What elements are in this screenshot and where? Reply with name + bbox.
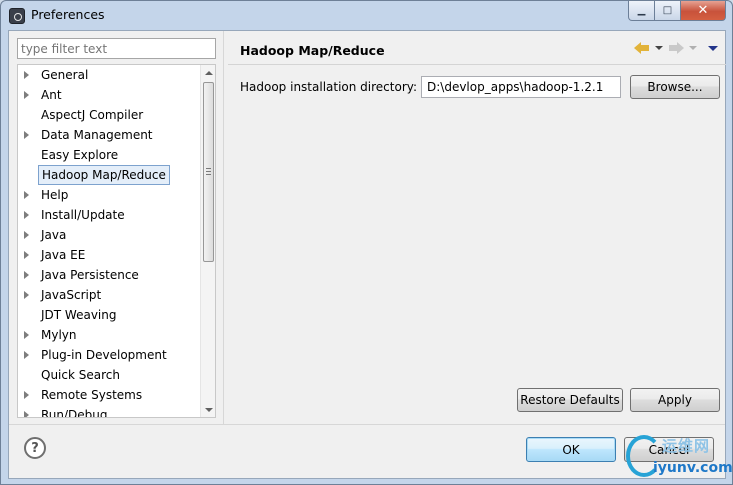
tree-item[interactable]: Help <box>18 185 202 205</box>
preferences-tree: General Ant AspectJ Compiler Data Managemen… <box>17 64 216 418</box>
scroll-up-icon <box>204 70 213 75</box>
tree-item[interactable]: Install/Update <box>18 205 202 225</box>
tree-item-label: JDT Weaving <box>41 308 117 322</box>
tree-item-label: AspectJ Compiler <box>41 108 144 122</box>
site-watermark: 运维网 iyunv.com <box>624 433 733 481</box>
tree-vertical-scrollbar[interactable] <box>200 65 215 417</box>
forward-arrow-icon[interactable] <box>668 42 684 54</box>
page-nav-toolbar <box>634 42 718 54</box>
eclipse-app-icon <box>9 8 25 24</box>
tree-item[interactable]: Data Management <box>18 125 202 145</box>
page-title: Hadoop Map/Reduce <box>240 43 385 58</box>
tree-item[interactable]: Hadoop Map/Reduce <box>18 165 202 185</box>
expand-arrow-icon[interactable] <box>24 71 29 79</box>
tree-item-label: Java Persistence <box>41 268 139 282</box>
tree-item[interactable]: General <box>18 65 202 85</box>
tree-page-sash[interactable] <box>223 31 227 424</box>
tree-item[interactable]: Quick Search <box>18 365 202 385</box>
title-bar[interactable]: Preferences ▁ □ ✕ <box>1 1 732 29</box>
expand-arrow-icon[interactable] <box>24 211 29 219</box>
scroll-thumb[interactable] <box>203 82 214 262</box>
expand-arrow-icon[interactable] <box>24 271 29 279</box>
back-history-dropdown-icon[interactable] <box>655 46 663 50</box>
tree-item[interactable]: Run/Debug <box>18 405 202 418</box>
browse-button[interactable]: Browse... <box>630 75 720 99</box>
tree-item-label: Ant <box>41 88 62 102</box>
page-header: Hadoop Map/Reduce <box>228 31 726 65</box>
tree-item-label: Plug-in Development <box>41 348 167 362</box>
close-button[interactable]: ✕ <box>681 1 726 21</box>
filter-input[interactable] <box>17 38 216 59</box>
tree-item-label: Mylyn <box>41 328 77 342</box>
tree-item-label: Easy Explore <box>41 148 119 162</box>
tree-item[interactable]: Java <box>18 225 202 245</box>
grip-icon <box>206 168 211 175</box>
page-body: Hadoop installation directory: Browse...… <box>228 66 726 424</box>
tree-item[interactable]: JavaScript <box>18 285 202 305</box>
tree-item[interactable]: Easy Explore <box>18 145 202 165</box>
ok-button[interactable]: OK <box>526 437 616 462</box>
watermark-chinese-text: 运维网 <box>662 437 711 455</box>
tree-item-label: Remote Systems <box>41 388 143 402</box>
tree-item[interactable]: Java Persistence <box>18 265 202 285</box>
tree-item-label: Install/Update <box>41 208 125 222</box>
minimize-button[interactable]: ▁ <box>628 1 655 21</box>
expand-arrow-icon[interactable] <box>24 191 29 199</box>
expand-arrow-icon[interactable] <box>24 251 29 259</box>
tree-item[interactable]: Plug-in Development <box>18 345 202 365</box>
scroll-down-button[interactable] <box>201 402 215 417</box>
expand-arrow-icon[interactable] <box>24 391 29 399</box>
apply-button[interactable]: Apply <box>630 388 720 412</box>
tree-item[interactable]: Mylyn <box>18 325 202 345</box>
help-icon[interactable]: ? <box>24 437 46 459</box>
expand-arrow-icon[interactable] <box>24 331 29 339</box>
install-dir-input[interactable] <box>421 76 621 98</box>
maximize-button[interactable]: □ <box>655 1 681 21</box>
tree-item-label: Java <box>41 228 67 242</box>
tree-item-label: Java EE <box>41 248 86 262</box>
scroll-up-button[interactable] <box>201 65 215 80</box>
caption-buttons: ▁ □ ✕ <box>628 1 726 21</box>
footer-divider <box>9 424 725 425</box>
tree-item-label: Run/Debug <box>41 408 108 418</box>
restore-defaults-button[interactable]: Restore Defaults <box>517 388 623 412</box>
expand-arrow-icon[interactable] <box>24 131 29 139</box>
tree-item-label: General <box>41 68 89 82</box>
tree-item[interactable]: Remote Systems <box>18 385 202 405</box>
tree-item[interactable]: Ant <box>18 85 202 105</box>
tree-item[interactable]: AspectJ Compiler <box>18 105 202 125</box>
tree-item-label: JavaScript <box>41 288 102 302</box>
scroll-down-icon <box>204 407 213 412</box>
expand-arrow-icon[interactable] <box>24 231 29 239</box>
tree-item-label: Quick Search <box>41 368 120 382</box>
tree-item-label: Data Management <box>41 128 153 142</box>
expand-arrow-icon[interactable] <box>24 91 29 99</box>
tree-item-label: Hadoop Map/Reduce <box>38 165 170 185</box>
expand-arrow-icon[interactable] <box>24 291 29 299</box>
tree-list: General Ant AspectJ Compiler Data Managemen… <box>18 65 202 418</box>
tree-item-label: Help <box>41 188 69 202</box>
watermark-url: iyunv.com <box>653 460 733 476</box>
preferences-window: Preferences ▁ □ ✕ General Ant AspectJ Comp… <box>0 0 733 485</box>
expand-arrow-icon[interactable] <box>24 351 29 359</box>
view-menu-icon[interactable] <box>708 45 718 51</box>
forward-history-dropdown-icon[interactable] <box>689 46 697 50</box>
expand-arrow-icon[interactable] <box>24 411 29 417</box>
dialog-client-area: General Ant AspectJ Compiler Data Managemen… <box>8 30 726 479</box>
tree-item[interactable]: JDT Weaving <box>18 305 202 325</box>
tree-item[interactable]: Java EE <box>18 245 202 265</box>
window-title: Preferences <box>31 7 105 22</box>
install-dir-label: Hadoop installation directory: <box>240 80 418 94</box>
back-arrow-icon[interactable] <box>634 42 650 54</box>
